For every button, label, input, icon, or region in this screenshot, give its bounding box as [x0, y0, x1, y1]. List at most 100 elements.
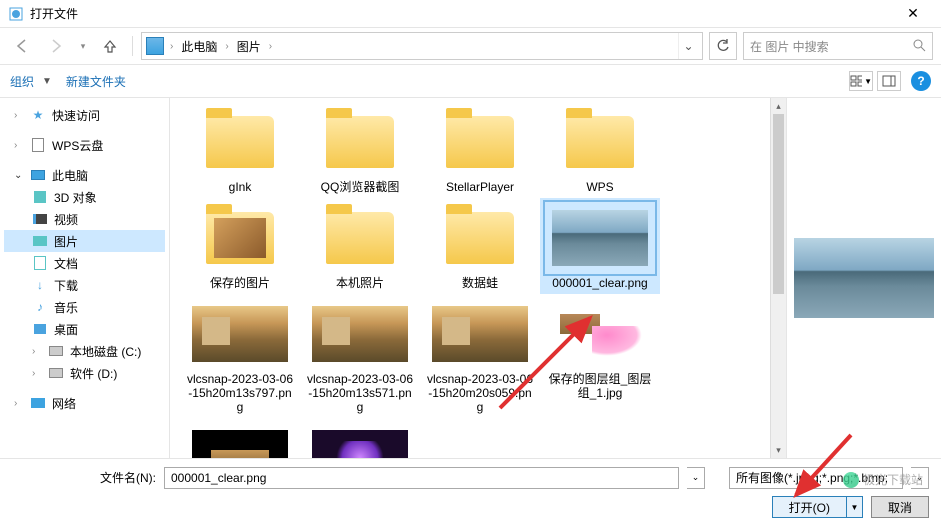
sidebar-item-videos[interactable]: 视频	[4, 208, 165, 230]
file-label: 保存的图层组_图层组_1.jpg	[545, 372, 655, 400]
organize-dropdown-icon[interactable]: ▼	[42, 76, 52, 87]
image-thumbnail	[552, 306, 648, 362]
network-icon	[30, 395, 46, 411]
pc-icon	[30, 167, 46, 183]
open-split-dropdown[interactable]: ▼	[847, 496, 863, 518]
sidebar-item-pictures[interactable]: 图片	[4, 230, 165, 252]
file-item[interactable]: 保存的图层组_图层组_1.jpg	[540, 294, 660, 418]
back-button[interactable]	[8, 32, 36, 60]
sidebar-wps[interactable]: ›WPS云盘	[4, 134, 165, 156]
help-button[interactable]: ?	[911, 71, 931, 91]
file-item[interactable]: 导出风景图层.png	[180, 418, 300, 458]
file-item[interactable]: vlcsnap-2023-03-06-15h20m13s797.png	[180, 294, 300, 418]
pc-icon	[146, 37, 164, 55]
file-label: 数据蛙	[462, 276, 498, 290]
image-thumbnail	[192, 306, 288, 362]
file-label: WPS	[586, 180, 613, 194]
scroll-up-icon[interactable]: ▴	[771, 98, 786, 114]
file-thumbnail	[185, 422, 295, 458]
crumb-this-pc[interactable]: 此电脑	[175, 38, 223, 55]
file-item[interactable]: 截图1.jpg	[300, 418, 420, 458]
file-thumbnail	[545, 106, 655, 178]
preview-pane-button[interactable]	[877, 71, 901, 91]
forward-button[interactable]	[42, 32, 70, 60]
new-folder-button[interactable]: 新建文件夹	[66, 73, 126, 90]
watermark-icon	[843, 472, 859, 488]
file-item[interactable]: 保存的图片	[180, 198, 300, 294]
recent-dropdown[interactable]: ▾	[76, 32, 90, 60]
file-item[interactable]: QQ浏览器截图	[300, 102, 420, 198]
sidebar-network[interactable]: ›网络	[4, 392, 165, 414]
disk-icon	[48, 365, 64, 381]
file-label: StellarPlayer	[446, 180, 514, 194]
file-item[interactable]: 000001_clear.png	[540, 198, 660, 294]
file-thumbnail	[545, 298, 655, 370]
nav-separator	[132, 36, 133, 56]
toolbar: 组织 ▼ 新建文件夹 ▼ ?	[0, 64, 941, 98]
video-icon	[32, 211, 48, 227]
sidebar-this-pc[interactable]: ⌄此电脑	[4, 164, 165, 186]
file-item[interactable]: StellarPlayer	[420, 102, 540, 198]
folder-icon	[206, 116, 274, 168]
image-thumbnail	[192, 430, 288, 458]
file-thumbnail	[185, 298, 295, 370]
scroll-thumb[interactable]	[773, 114, 784, 294]
close-button[interactable]: ✕	[893, 5, 933, 22]
file-thumbnail	[545, 202, 655, 274]
up-button[interactable]	[96, 32, 124, 60]
file-label: vlcsnap-2023-03-06-15h20m13s797.png	[185, 372, 295, 414]
sidebar-item-documents[interactable]: 文档	[4, 252, 165, 274]
file-thumbnail	[425, 106, 535, 178]
file-list[interactable]: gInk QQ浏览器截图 StellarPlayer WPS 保存的图片本机照片 数据蛙 0…	[170, 98, 786, 458]
folder-icon	[446, 212, 514, 264]
scroll-down-icon[interactable]: ▾	[771, 442, 786, 458]
sidebar-item-music[interactable]: ♪音乐	[4, 296, 165, 318]
file-item[interactable]: gInk	[180, 102, 300, 198]
sidebar-item-disk-d[interactable]: ›软件 (D:)	[4, 362, 165, 384]
window-title: 打开文件	[30, 5, 893, 22]
sidebar-item-3d[interactable]: 3D 对象	[4, 186, 165, 208]
sidebar-item-downloads[interactable]: ↓下载	[4, 274, 165, 296]
organize-menu[interactable]: 组织	[10, 73, 34, 90]
filename-dropdown[interactable]: ⌄	[687, 467, 705, 489]
file-thumbnail	[305, 202, 415, 274]
crumb-chevron-icon[interactable]: ›	[269, 41, 272, 52]
file-label: 本机照片	[336, 276, 384, 290]
file-thumbnail	[305, 298, 415, 370]
crumb-pictures[interactable]: 图片	[231, 38, 267, 55]
file-item[interactable]: vlcsnap-2023-03-06-15h20m13s571.png	[300, 294, 420, 418]
file-thumbnail	[185, 202, 295, 274]
folder-icon	[326, 212, 394, 264]
breadcrumb-dropdown[interactable]: ⌄	[678, 33, 698, 59]
view-mode-button[interactable]: ▼	[849, 71, 873, 91]
file-item[interactable]: 数据蛙	[420, 198, 540, 294]
file-item[interactable]: vlcsnap-2023-03-06-15h20m20s059.png	[420, 294, 540, 418]
file-item[interactable]: 本机照片	[300, 198, 420, 294]
file-label: vlcsnap-2023-03-06-15h20m20s059.png	[425, 372, 535, 414]
sidebar: ›★快速访问 ›WPS云盘 ⌄此电脑 3D 对象 视频 图片 文档 ↓下载 ♪音…	[0, 98, 170, 458]
file-label: vlcsnap-2023-03-06-15h20m13s571.png	[305, 372, 415, 414]
file-label: gInk	[229, 180, 252, 194]
sidebar-item-desktop[interactable]: 桌面	[4, 318, 165, 340]
folder-icon	[446, 116, 514, 168]
filename-bar: 文件名(N): 000001_clear.png ⌄ 所有图像(*.jpeg;*…	[0, 458, 941, 496]
search-input[interactable]: 在 图片 中搜索	[743, 32, 933, 60]
breadcrumb[interactable]: › 此电脑 › 图片 › ⌄	[141, 32, 703, 60]
refresh-button[interactable]	[709, 32, 737, 60]
open-button[interactable]: 打开(O)	[772, 496, 847, 518]
crumb-chevron-icon[interactable]: ›	[170, 41, 173, 52]
crumb-chevron-icon[interactable]: ›	[225, 41, 228, 52]
sidebar-quick-access[interactable]: ›★快速访问	[4, 104, 165, 126]
image-thumbnail	[312, 306, 408, 362]
download-icon: ↓	[32, 277, 48, 293]
titlebar: 打开文件 ✕	[0, 0, 941, 28]
scrollbar[interactable]: ▴ ▾	[770, 98, 786, 458]
filename-label: 文件名(N):	[100, 469, 156, 486]
star-icon: ★	[30, 107, 46, 123]
file-item[interactable]: WPS	[540, 102, 660, 198]
disk-icon	[48, 343, 64, 359]
filename-input[interactable]: 000001_clear.png	[164, 467, 679, 489]
folder-icon	[566, 116, 634, 168]
sidebar-item-disk-c[interactable]: ›本地磁盘 (C:)	[4, 340, 165, 362]
cancel-button[interactable]: 取消	[871, 496, 929, 518]
